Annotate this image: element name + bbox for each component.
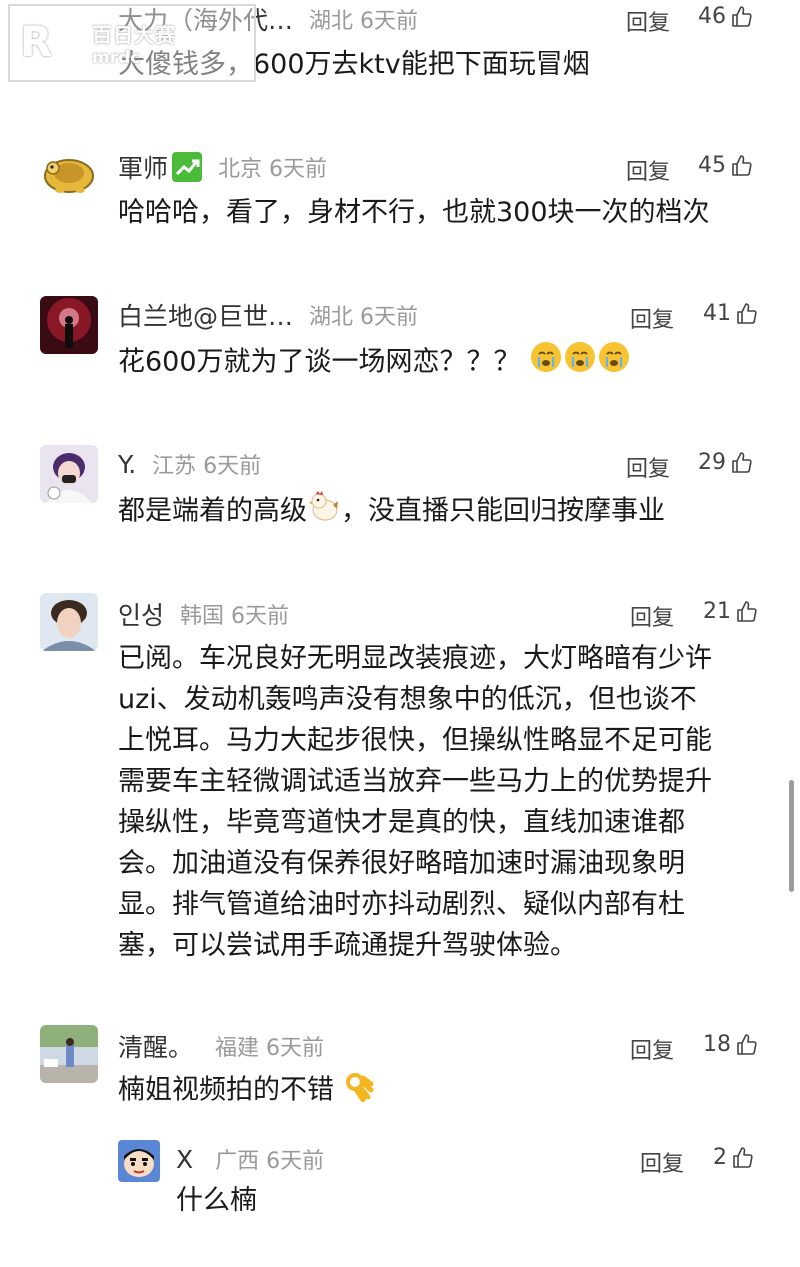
thumbs-up-icon bbox=[733, 1146, 753, 1168]
reply-button[interactable]: 回复 bbox=[630, 600, 674, 632]
comment-text-row: 都是端着的高级 ，没直播只能回归按摩事业 bbox=[118, 489, 665, 535]
like-count: 45 bbox=[698, 153, 726, 178]
avatar[interactable] bbox=[40, 146, 98, 204]
thumbs-up-icon bbox=[732, 5, 752, 27]
comment-text-line: 塞，可以尝试用手疏通提升驾驶体验。 bbox=[118, 930, 577, 961]
comment-meta: Y. 江苏 6天前 bbox=[118, 447, 261, 481]
region-time: 福建 6天前 bbox=[215, 1036, 325, 1061]
username[interactable]: 清醒。 bbox=[118, 1028, 193, 1064]
comment-text-line: uzi、发动机轰鸣声没有想象中的低沉，但也谈不 bbox=[118, 684, 697, 715]
like-button[interactable]: 41 bbox=[703, 301, 759, 326]
username[interactable]: Y. bbox=[118, 450, 136, 479]
reply-button[interactable]: 回复 bbox=[626, 154, 670, 186]
comment-text-row: 楠姐视频拍的不错 bbox=[118, 1068, 377, 1114]
like-count: 2 bbox=[713, 1145, 727, 1170]
comment-meta: 白兰地@巨世… 湖北 6天前 bbox=[118, 298, 418, 332]
silhouette-avatar-icon bbox=[40, 296, 98, 354]
comment-text: 哈哈哈，看了，身材不行，也就300块一次的档次 bbox=[118, 197, 710, 228]
avatar[interactable] bbox=[40, 296, 98, 354]
comment-text-line: 上悦耳。马力大起步很快，但操纵性略显不足可能 bbox=[118, 725, 712, 756]
watermark-url: mrdc bbox=[92, 47, 141, 68]
like-button[interactable]: 18 bbox=[703, 1032, 759, 1057]
street-photo-avatar-icon bbox=[40, 1025, 98, 1083]
like-button[interactable]: 45 bbox=[698, 153, 754, 178]
comment-text-line: 会。加油道没有保养很好略暗加速时漏油现象明 bbox=[118, 848, 685, 879]
chicken-emoji-icon bbox=[307, 489, 341, 535]
like-count: 21 bbox=[703, 599, 731, 624]
comment-text-line: 显。排气管道给油时亦抖动剧烈、疑似内部有杜 bbox=[118, 889, 685, 920]
username[interactable]: X bbox=[176, 1145, 193, 1174]
username[interactable]: 軍师 bbox=[118, 149, 168, 185]
thumbs-up-icon bbox=[737, 600, 757, 622]
comment-text-line: 已阅。车况良好无明显改装痕迹，大灯略暗有少许 bbox=[118, 643, 712, 674]
like-button[interactable]: 29 bbox=[698, 450, 754, 475]
portrait-avatar-icon bbox=[40, 445, 98, 503]
like-button[interactable]: 21 bbox=[703, 599, 759, 624]
region-time: 北京 6天前 bbox=[218, 157, 328, 182]
username[interactable]: 白兰地@巨世… bbox=[118, 297, 293, 333]
thumbs-up-icon bbox=[737, 302, 757, 324]
watermark: R 百日大赛 mrdc bbox=[8, 4, 256, 82]
reply-button[interactable]: 回复 bbox=[626, 5, 670, 37]
like-count: 41 bbox=[703, 301, 731, 326]
scrollbar-thumb[interactable] bbox=[789, 780, 794, 892]
avatar[interactable] bbox=[40, 445, 98, 503]
like-count: 46 bbox=[698, 4, 726, 29]
username[interactable]: 인성 bbox=[118, 596, 164, 632]
thumbs-up-icon bbox=[732, 451, 752, 473]
reply-button[interactable]: 回复 bbox=[626, 451, 670, 483]
comment-text: 花600万就为了谈一场网恋？？？ bbox=[118, 346, 521, 378]
comment-text: 已阅。车况良好无明显改装痕迹，大灯略暗有少许 uzi、发动机轰鸣声没有想象中的低… bbox=[118, 638, 712, 966]
like-button[interactable]: 2 bbox=[713, 1145, 755, 1170]
watermark-title: 百日大赛 bbox=[92, 22, 176, 47]
stock-badge-icon bbox=[172, 152, 203, 182]
comment-meta: 清醒。 福建 6天前 bbox=[118, 1029, 324, 1063]
comment-text-line: 需要车主轻微调试适当放弃一些马力上的优势提升 bbox=[118, 766, 712, 797]
thumbs-up-icon bbox=[737, 1033, 757, 1055]
watermark-logo: R bbox=[20, 17, 53, 66]
like-count: 18 bbox=[703, 1032, 731, 1057]
region-time: 韩国 6天前 bbox=[180, 604, 290, 629]
comment-text: ，没直播只能回归按摩事业 bbox=[341, 495, 665, 527]
thumbs-up-icon bbox=[732, 154, 752, 176]
turtle-avatar-icon bbox=[40, 146, 98, 204]
comment-text-line: 操纵性，毕竟弯道快才是真的快，直线加速谁都 bbox=[118, 807, 685, 838]
crying-emoji-icon bbox=[529, 340, 631, 386]
reply-button[interactable]: 回复 bbox=[630, 302, 674, 334]
comment-meta: 軍师 北京 6天前 bbox=[118, 150, 327, 184]
avatar[interactable] bbox=[40, 1025, 98, 1083]
avatar[interactable] bbox=[118, 1140, 160, 1182]
ok-hand-emoji-icon bbox=[343, 1068, 377, 1114]
region-time: 广西 6天前 bbox=[215, 1149, 325, 1174]
avatar[interactable] bbox=[40, 593, 98, 651]
reply-button[interactable]: 回复 bbox=[630, 1033, 674, 1065]
region-time: 湖北 6天前 bbox=[309, 305, 419, 330]
reply-text: 什么楠 bbox=[176, 1185, 257, 1216]
comment-text: 楠姐视频拍的不错 bbox=[118, 1074, 334, 1106]
region-time: 江苏 6天前 bbox=[152, 454, 262, 479]
reply-button[interactable]: 回复 bbox=[640, 1146, 684, 1178]
comment-meta: 인성 韩国 6天前 bbox=[118, 597, 289, 631]
watermark-text: 百日大赛 mrdc bbox=[92, 19, 176, 68]
comment-text: 都是端着的高级 bbox=[118, 495, 307, 527]
selfie-avatar-icon bbox=[40, 593, 98, 651]
reply-meta: X 广西 6天前 bbox=[176, 1142, 324, 1176]
comment-text-row: 花600万就为了谈一场网恋？？？ bbox=[118, 340, 631, 386]
like-count: 29 bbox=[698, 450, 726, 475]
cartoon-avatar-icon bbox=[118, 1140, 160, 1182]
region-time: 湖北 6天前 bbox=[309, 9, 419, 34]
like-button[interactable]: 46 bbox=[698, 4, 754, 29]
